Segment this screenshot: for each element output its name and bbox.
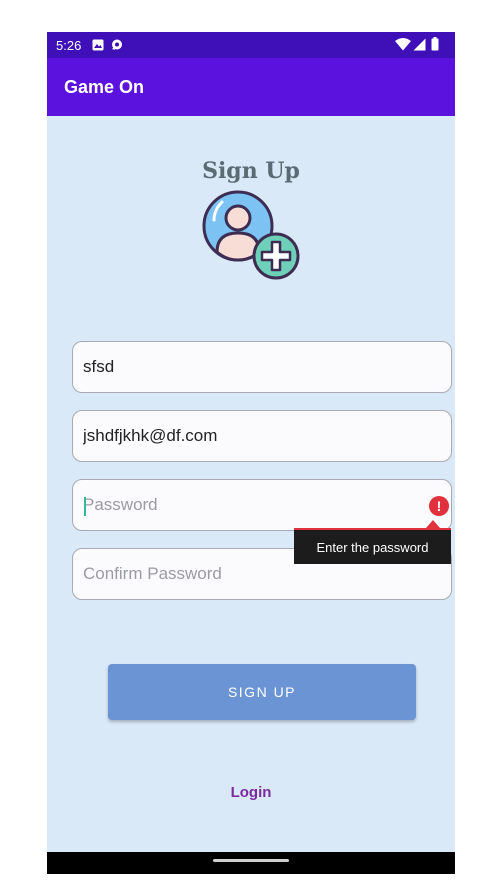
password-error-tooltip: Enter the password bbox=[294, 528, 451, 564]
battery-icon bbox=[431, 37, 439, 54]
phone-screen: 5:26 Game On Sign Up sfsd jshdfjkhk@df.c… bbox=[47, 32, 455, 874]
sign-up-button[interactable]: SIGN UP bbox=[108, 664, 416, 720]
status-bar: 5:26 bbox=[47, 32, 455, 58]
page-title: Sign Up bbox=[202, 158, 300, 184]
text-cursor bbox=[84, 497, 86, 516]
signal-icon bbox=[413, 38, 426, 54]
wifi-icon bbox=[395, 38, 411, 54]
password-field[interactable]: ! bbox=[72, 479, 452, 531]
chat-notification-icon bbox=[111, 39, 124, 54]
login-link[interactable]: Login bbox=[47, 784, 455, 801]
email-field[interactable] bbox=[72, 410, 452, 462]
tooltip-arrow bbox=[426, 520, 440, 528]
app-bar: Game On bbox=[47, 58, 455, 116]
error-icon[interactable]: ! bbox=[429, 496, 449, 516]
email-input[interactable] bbox=[83, 411, 423, 461]
name-input[interactable] bbox=[83, 342, 423, 392]
add-user-icon bbox=[200, 188, 302, 289]
home-gesture-handle[interactable] bbox=[213, 859, 289, 862]
image-notification-icon bbox=[92, 39, 104, 54]
name-field[interactable] bbox=[72, 341, 452, 393]
status-time: 5:26 bbox=[56, 38, 82, 53]
navigation-bar bbox=[47, 852, 455, 874]
password-input[interactable] bbox=[83, 480, 423, 530]
app-title: Game On bbox=[64, 77, 145, 97]
